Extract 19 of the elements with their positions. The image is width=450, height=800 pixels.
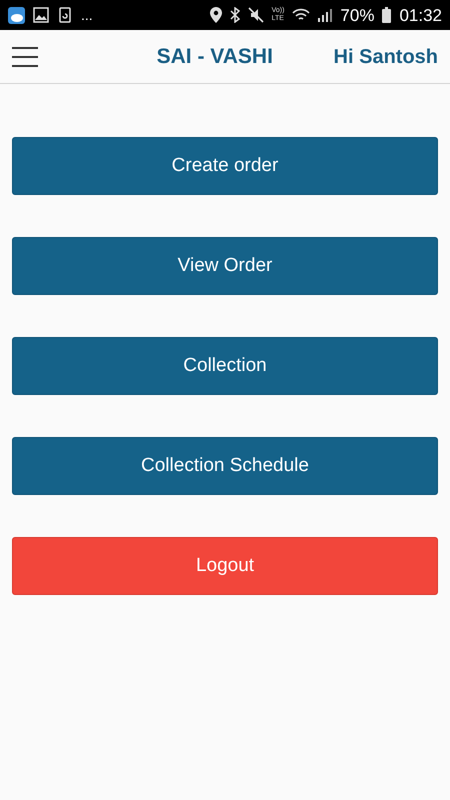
greeting: Hi Santosh [334,44,438,70]
battery-percent: 70% [340,6,374,24]
battery-icon [382,7,392,23]
mute-icon [248,7,264,23]
image-icon [33,7,49,23]
signal-icon [318,8,332,22]
menu-action-button[interactable]: Collection Schedule [12,437,438,495]
menu-action-button[interactable]: Create order [12,137,438,195]
overflow-text: ... [81,8,93,22]
location-icon [210,7,222,23]
clock: 01:32 [399,6,442,24]
cloud-app-icon [8,6,25,24]
page-title: SAI - VASHI [156,44,273,70]
logout-button[interactable]: Logout [12,537,438,595]
menu-action-button[interactable]: Collection [12,337,438,395]
wifi-icon [292,8,310,22]
menu-button[interactable] [12,46,38,66]
menu-action-button[interactable]: View Order [12,237,438,295]
bluetooth-icon [230,7,240,23]
